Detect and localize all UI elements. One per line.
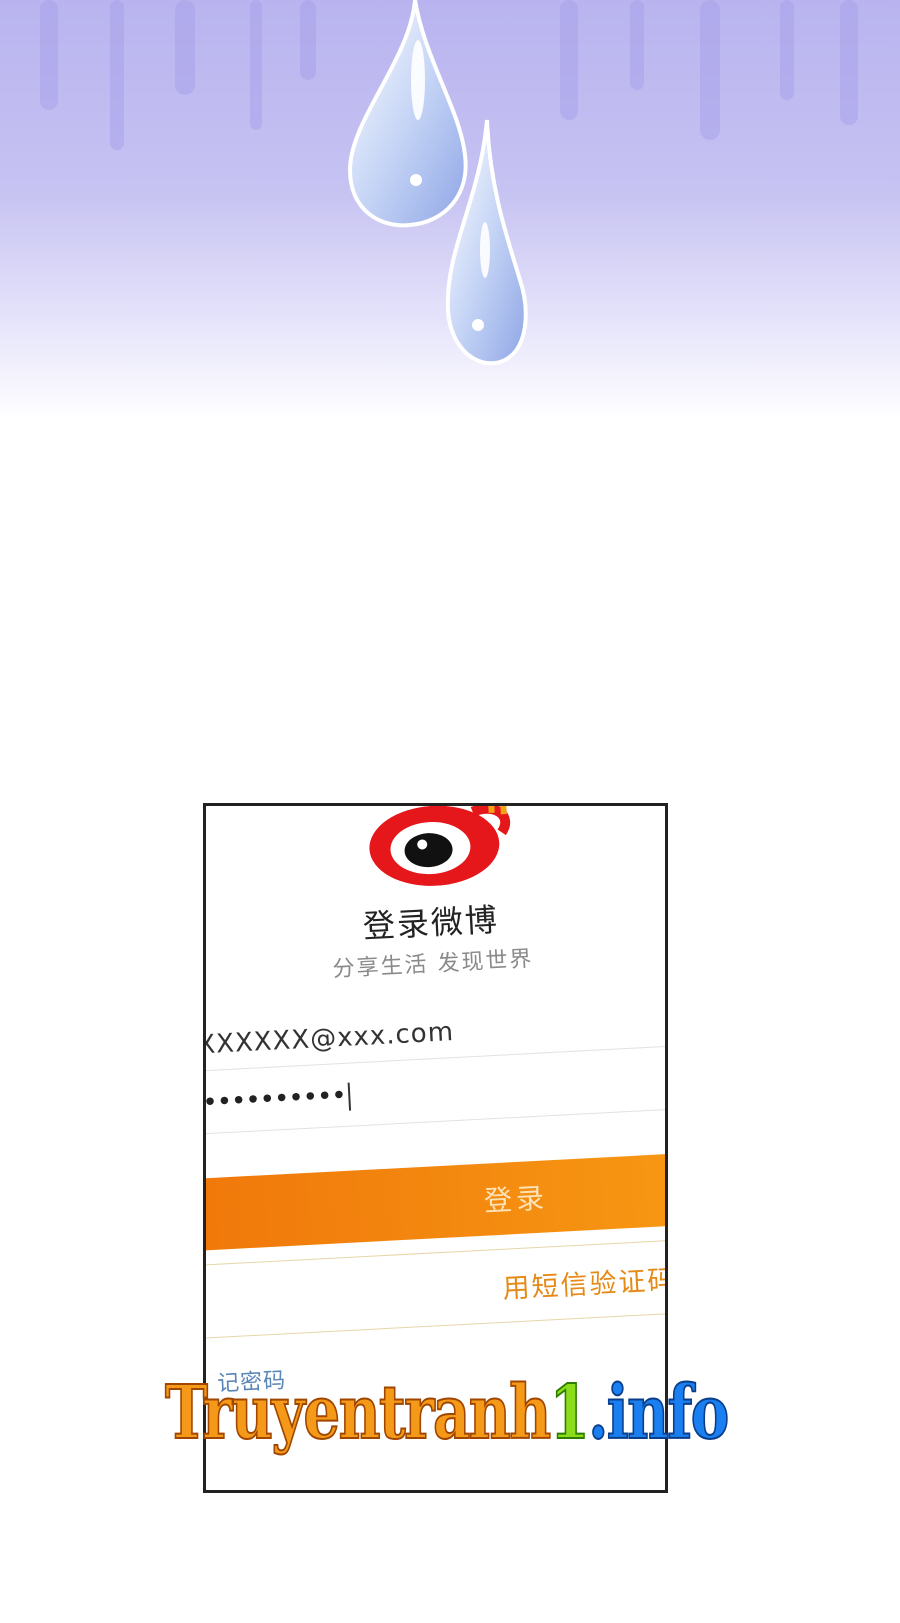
watermark-part2: 1 xyxy=(549,1369,591,1457)
password-value: •••••••••• xyxy=(203,1080,347,1119)
password-field[interactable]: •••••••••• xyxy=(203,1080,352,1119)
watermark-part3: .info xyxy=(587,1369,730,1457)
login-button[interactable]: 登录 xyxy=(206,1151,665,1251)
watermark-logo: Truyentranh1.info xyxy=(164,1368,730,1478)
sms-login-button[interactable]: 用短信验证码登录 xyxy=(206,1237,668,1339)
watermark-text: Truyentranh1.info xyxy=(164,1369,730,1457)
weibo-logo-icon xyxy=(369,806,511,886)
text-caret xyxy=(347,1082,352,1111)
email-field[interactable]: XXXXXX@xxx.com xyxy=(206,1017,455,1060)
sms-login-label: 用短信验证码登录 xyxy=(501,1261,668,1305)
water-drops-icon xyxy=(347,0,528,366)
sky-background xyxy=(0,0,900,420)
watermark-part1: Truyentranh xyxy=(164,1369,552,1457)
